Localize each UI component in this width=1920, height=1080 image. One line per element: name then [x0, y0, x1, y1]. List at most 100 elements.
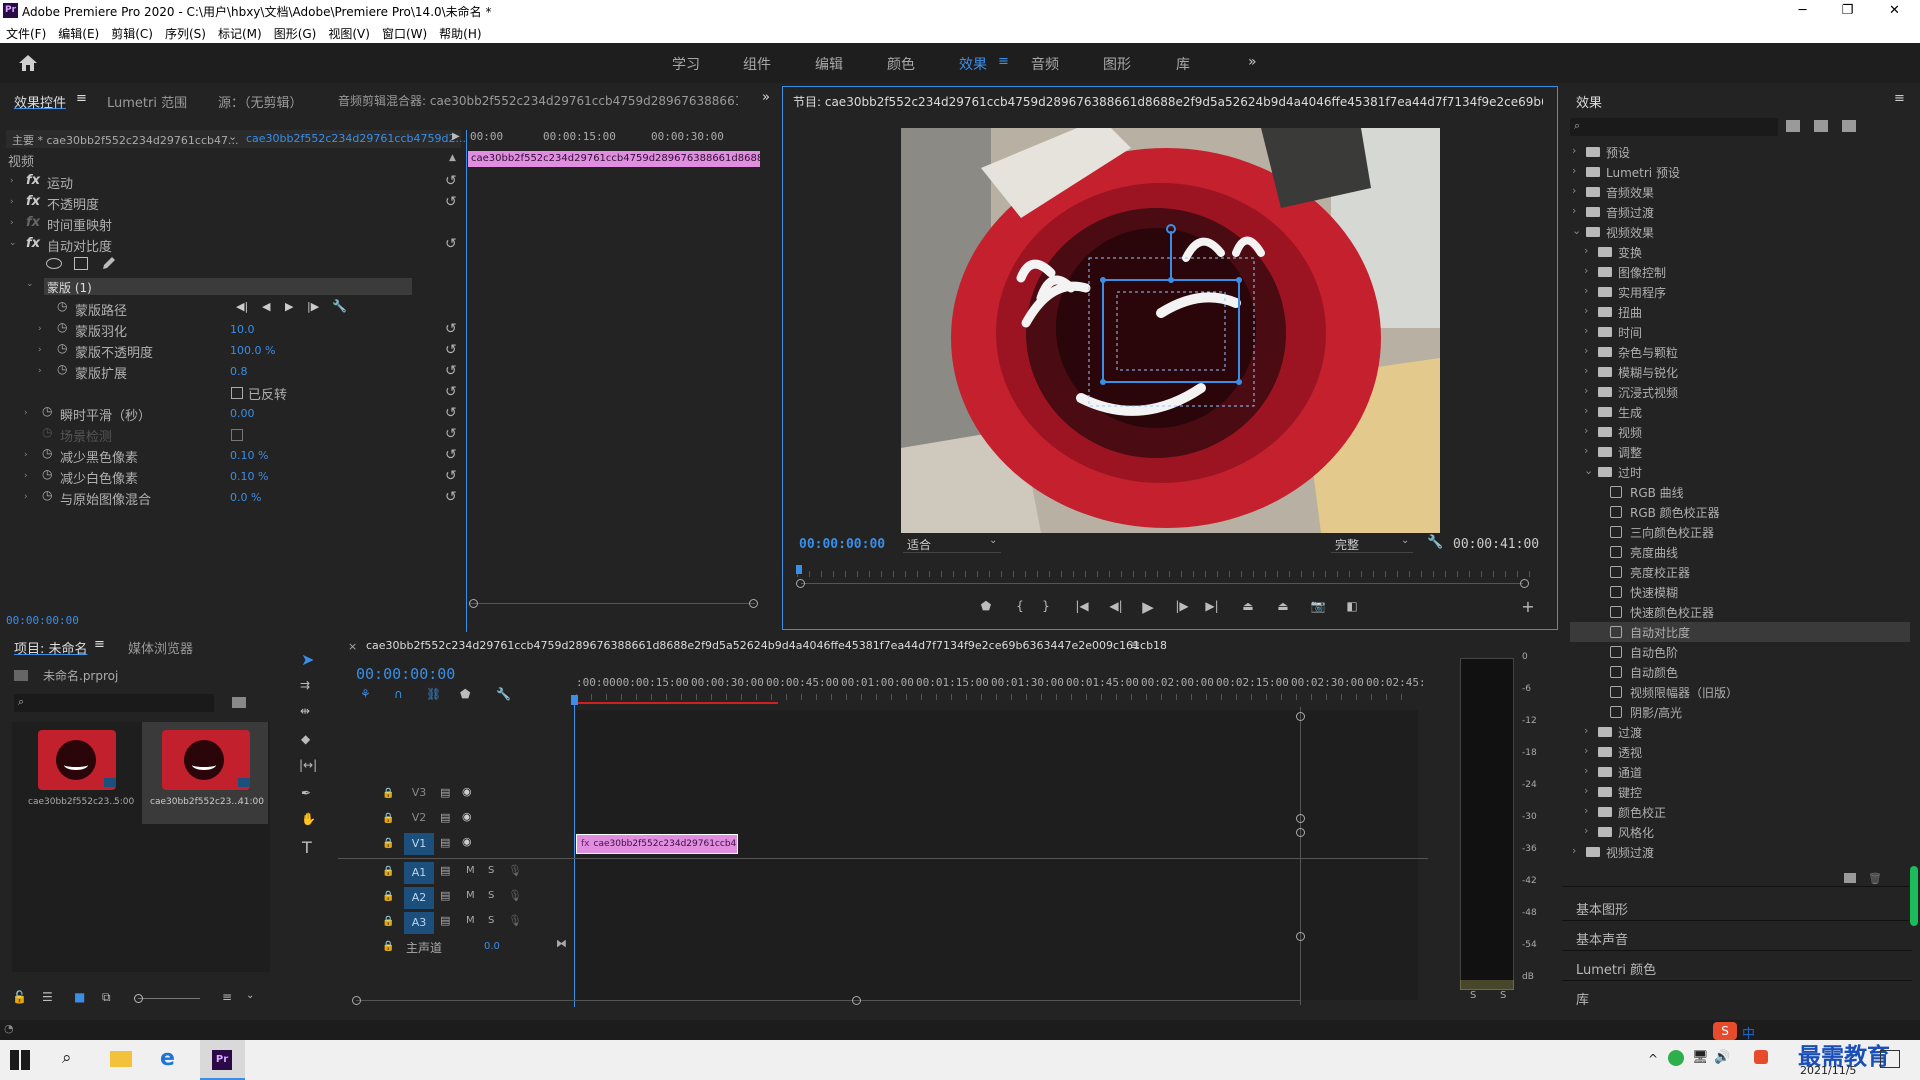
- play-icon[interactable]: ▶: [1139, 598, 1157, 616]
- hand-tool-icon[interactable]: ✋: [301, 812, 316, 826]
- blend-value[interactable]: 0.0 %: [230, 491, 261, 504]
- menu-view[interactable]: 视图(V): [322, 22, 376, 42]
- yuv-effects-icon[interactable]: [1842, 120, 1856, 132]
- mask-opacity-value[interactable]: 100.0 %: [230, 344, 275, 357]
- track-label[interactable]: A1: [404, 862, 434, 884]
- reset-icon[interactable]: ↺: [445, 173, 457, 189]
- lock-icon[interactable]: 🔒: [382, 866, 394, 877]
- effects-folder[interactable]: › 模糊与锐化: [1562, 362, 1920, 382]
- stopwatch-icon[interactable]: ◷: [57, 341, 67, 355]
- effect-item[interactable]: 视频限幅器（旧版）: [1562, 682, 1920, 702]
- slider-handle[interactable]: [134, 994, 143, 1003]
- linked-selection-icon[interactable]: ⛓: [426, 687, 441, 701]
- toggle-sync-icon[interactable]: ▤: [440, 864, 450, 877]
- toggle-sync-icon[interactable]: ▤: [440, 786, 450, 799]
- maximize-button[interactable]: ❐: [1825, 0, 1870, 22]
- stopwatch-icon[interactable]: ◷: [57, 320, 67, 334]
- effects-search-input[interactable]: ⌕: [1570, 118, 1778, 136]
- effect-item[interactable]: 自动色阶: [1562, 642, 1920, 662]
- premiere-taskbar-button[interactable]: Pr: [200, 1040, 245, 1080]
- solo-button[interactable]: S: [488, 890, 494, 901]
- accelerated-effects-icon[interactable]: [1786, 120, 1800, 132]
- more-workspaces-icon[interactable]: »: [1248, 54, 1257, 70]
- file-explorer-icon[interactable]: [110, 1051, 132, 1067]
- track-mask-back-icon[interactable]: ◀|: [236, 300, 248, 313]
- menu-markers[interactable]: 标记(M): [212, 22, 268, 42]
- chevron-right-icon[interactable]: ›: [1584, 764, 1588, 777]
- reset-icon[interactable]: ↺: [445, 342, 457, 358]
- project-item[interactable]: cae30bb2f552c23... 5:00: [16, 722, 134, 824]
- mask-expansion-value[interactable]: 0.8: [230, 365, 248, 378]
- effects-folder[interactable]: › 过渡: [1562, 722, 1920, 742]
- workspace-learning[interactable]: 学习: [672, 54, 700, 74]
- find-icon[interactable]: [232, 697, 246, 708]
- white-clip-value[interactable]: 0.10 %: [230, 470, 268, 483]
- reset-icon[interactable]: ↺: [445, 236, 457, 252]
- effect-item[interactable]: 亮度曲线: [1562, 542, 1920, 562]
- workspace-effects[interactable]: 效果: [959, 54, 987, 74]
- lock-icon[interactable]: 🔓: [12, 990, 27, 1004]
- lock-icon[interactable]: 🔒: [382, 813, 394, 824]
- solo-right-button[interactable]: S: [1500, 990, 1506, 1001]
- effects-folder[interactable]: › 音频效果: [1562, 182, 1920, 202]
- tab-lumetri-scopes[interactable]: Lumetri 范围: [107, 92, 187, 111]
- menu-help[interactable]: 帮助(H): [433, 22, 487, 42]
- timeline-clip[interactable]: fxcae30bb2f552c234d29761ccb4759d28967: [576, 834, 738, 854]
- sequence-timecode[interactable]: 00:00:00:00: [356, 665, 455, 683]
- program-ruler[interactable]: [797, 571, 1537, 577]
- eye-icon[interactable]: ◉: [462, 835, 472, 848]
- menu-window[interactable]: 窗口(W): [376, 22, 433, 42]
- effect-item[interactable]: 快速模糊: [1562, 582, 1920, 602]
- section-essential-sound[interactable]: 基本声音: [1576, 929, 1628, 948]
- wrench-icon[interactable]: 🔧: [496, 687, 511, 701]
- mask-header[interactable]: 蒙版 (1): [44, 278, 412, 295]
- workspace-assembly[interactable]: 组件: [743, 54, 771, 74]
- effects-folder[interactable]: › 变换: [1562, 242, 1920, 262]
- chevron-right-icon[interactable]: ›: [1584, 244, 1588, 257]
- chevron-right-icon[interactable]: ›: [1584, 824, 1588, 837]
- voiceover-icon[interactable]: 🎙: [508, 914, 522, 927]
- effect-item[interactable]: 阴影/高光: [1562, 702, 1920, 722]
- workspace-menu-icon[interactable]: ≡: [998, 54, 1009, 69]
- slip-tool-icon[interactable]: |↔|: [299, 758, 317, 772]
- list-view-icon[interactable]: ☰: [42, 990, 53, 1004]
- effects-folder[interactable]: › 扭曲: [1562, 302, 1920, 322]
- chevron-right-icon[interactable]: ›: [1584, 384, 1588, 397]
- tab-media-browser[interactable]: 媒体浏览器: [128, 638, 193, 657]
- program-playhead[interactable]: [796, 565, 802, 574]
- project-search-input[interactable]: ⌕: [14, 694, 214, 712]
- go-to-in-icon[interactable]: |◀: [1073, 599, 1091, 613]
- notification-icon[interactable]: [1880, 1050, 1900, 1068]
- mask-feather-value[interactable]: 10.0: [230, 323, 255, 336]
- menu-edit[interactable]: 编辑(E): [52, 22, 105, 42]
- reset-icon[interactable]: ↺: [445, 384, 457, 400]
- effects-folder[interactable]: ⌄ 过时: [1562, 462, 1920, 482]
- section-libraries[interactable]: 库: [1576, 989, 1589, 1008]
- effects-scrollbar[interactable]: [1910, 866, 1918, 926]
- effect-item[interactable]: RGB 颜色校正器: [1562, 502, 1920, 522]
- ec-timecode[interactable]: 00:00:00:00: [6, 614, 79, 627]
- eye-icon[interactable]: ◉: [462, 785, 472, 798]
- chevron-right-icon[interactable]: ›: [1584, 284, 1588, 297]
- eye-icon[interactable]: ◉: [462, 810, 472, 823]
- wrench-icon[interactable]: 🔧: [332, 299, 347, 313]
- effect-item[interactable]: 快速颜色校正器: [1562, 602, 1920, 622]
- toggle-sync-icon[interactable]: ▤: [440, 889, 450, 902]
- new-bin-icon[interactable]: [1844, 873, 1856, 883]
- sequence-menu-icon[interactable]: ≡: [1130, 638, 1140, 652]
- chevron-right-icon[interactable]: ›: [1572, 144, 1576, 157]
- mute-button[interactable]: M: [466, 865, 475, 876]
- effect-row-opacity[interactable]: › fx 不透明度 ↺: [0, 193, 780, 213]
- section-essential-graphics[interactable]: 基本图形: [1576, 899, 1628, 918]
- lock-icon[interactable]: 🔒: [382, 891, 394, 902]
- effect-item[interactable]: 自动颜色: [1562, 662, 1920, 682]
- tab-menu-icon[interactable]: ≡: [94, 637, 105, 652]
- mask-toggle-icon[interactable]: ⌄: [26, 279, 34, 289]
- reset-icon[interactable]: ↺: [445, 426, 457, 442]
- track-label[interactable]: A2: [404, 887, 434, 909]
- rectangle-mask-icon[interactable]: [74, 257, 88, 270]
- stopwatch-icon[interactable]: ◷: [57, 362, 67, 376]
- effect-item[interactable]: 亮度校正器: [1562, 562, 1920, 582]
- lock-icon[interactable]: 🔒: [382, 916, 394, 927]
- effects-folder[interactable]: › 沉浸式视频: [1562, 382, 1920, 402]
